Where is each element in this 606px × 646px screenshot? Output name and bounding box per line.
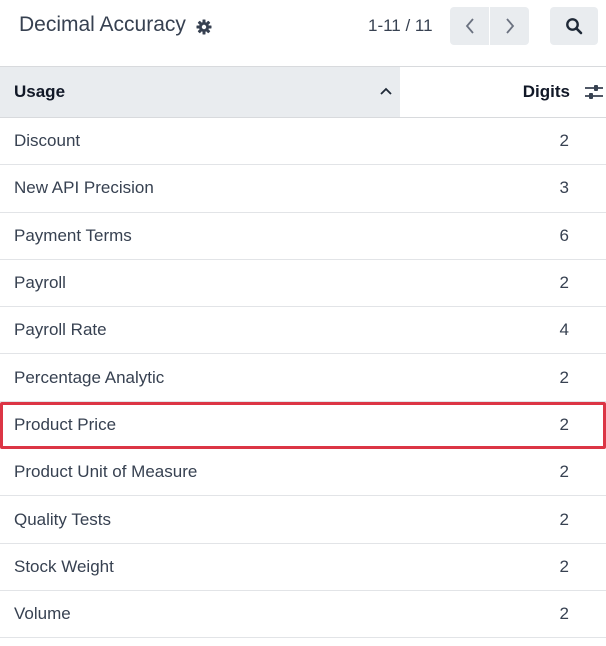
sliders-icon[interactable] [584, 83, 604, 101]
table-row[interactable]: Stock Weight 2 [0, 544, 606, 591]
cell-digits: 4 [559, 320, 569, 340]
cell-usage: New API Precision [14, 178, 154, 198]
pager-next-button[interactable] [490, 7, 529, 45]
table-row[interactable]: Volume 2 [0, 591, 606, 639]
table-row[interactable]: Quality Tests 2 [0, 496, 606, 544]
cell-digits: 2 [559, 273, 569, 293]
chevron-right-icon [505, 18, 514, 34]
chevron-up-icon [380, 87, 392, 95]
table-row[interactable]: Discount 2 [0, 118, 606, 166]
column-header-label: Digits [522, 82, 570, 101]
page-title[interactable]: Decimal Accuracy [19, 13, 186, 37]
cell-usage: Stock Weight [14, 556, 114, 576]
column-header-label: Usage [14, 82, 66, 101]
pager-previous-button[interactable] [450, 7, 489, 45]
cell-digits: 2 [559, 131, 569, 151]
search-button[interactable] [550, 7, 598, 45]
gear-icon[interactable] [196, 17, 212, 35]
table-body: Discount 2 New API Precision 3 Payment T… [0, 118, 606, 639]
pager-value[interactable]: 1-11 / 11 [368, 16, 433, 36]
table-header: Usage Digits [0, 66, 606, 118]
cell-digits: 2 [559, 604, 569, 624]
cell-digits: 2 [559, 462, 569, 482]
cell-usage: Percentage Analytic [14, 367, 165, 387]
list-table: Usage Digits Discount 2 New API Precisio… [0, 66, 606, 639]
cell-usage: Discount [14, 131, 81, 151]
column-header-usage[interactable]: Usage [0, 67, 400, 117]
cell-digits: 2 [559, 556, 569, 576]
cell-digits: 6 [559, 225, 569, 245]
table-row-highlighted[interactable]: Product Price 2 [0, 401, 606, 450]
table-row[interactable]: Payment Terms 6 [0, 213, 606, 260]
table-row[interactable]: Product Unit of Measure 2 [0, 449, 606, 497]
search-icon [566, 18, 583, 35]
table-row[interactable]: Percentage Analytic 2 [0, 354, 606, 402]
control-panel: Decimal Accuracy 1-11 / 11 [0, 0, 606, 66]
cell-usage: Payment Terms [14, 225, 132, 245]
page-title-area: Decimal Accuracy [19, 13, 212, 37]
cell-usage: Product Price [14, 414, 117, 434]
chevron-left-icon [465, 18, 474, 34]
cell-digits: 2 [559, 509, 569, 529]
cell-usage: Payroll Rate [14, 320, 107, 340]
table-row[interactable]: Payroll 2 [0, 260, 606, 308]
cell-usage: Quality Tests [14, 509, 112, 529]
table-row[interactable]: Payroll Rate 4 [0, 307, 606, 355]
cell-digits: 3 [559, 178, 569, 198]
cell-digits: 2 [559, 367, 569, 387]
column-header-digits[interactable]: Digits [400, 67, 606, 117]
cell-digits: 2 [559, 414, 569, 434]
table-row[interactable]: New API Precision 3 [0, 165, 606, 213]
cell-usage: Payroll [14, 273, 66, 293]
cell-usage: Product Unit of Measure [14, 462, 198, 482]
cell-usage: Volume [14, 604, 71, 624]
